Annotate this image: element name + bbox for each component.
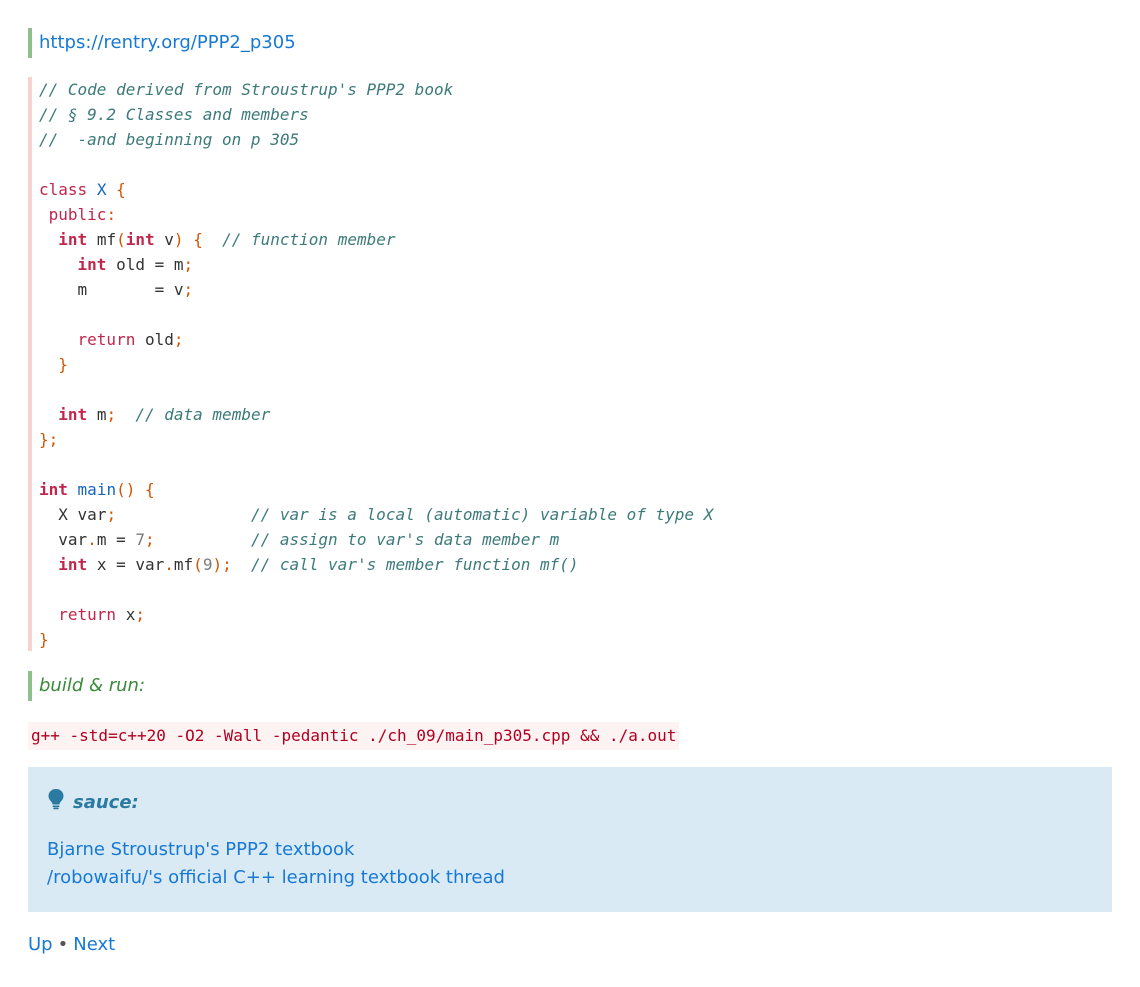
- code-line-9: m = v;: [77, 280, 194, 299]
- code-line-7: int mf(int v) { // function member: [58, 230, 396, 249]
- code-line-18: X var; // var is a local (automatic) var…: [58, 505, 714, 524]
- admonition-title: sauce:: [47, 788, 139, 814]
- code-line-11: return old;: [77, 330, 184, 349]
- code-line-14: int m; // data member: [58, 405, 271, 424]
- ppp2-textbook-link[interactable]: Bjarne Stroustrup's PPP2 textbook: [47, 836, 354, 864]
- admonition-title-text: sauce:: [73, 792, 139, 813]
- code-line-20: int x = var.mf(9); // call var's member …: [58, 555, 579, 574]
- build-command: g++ -std=c++20 -O2 -Wall -pedantic ./ch_…: [28, 722, 680, 750]
- build-run-label: build & run:: [39, 675, 146, 696]
- footer-nav: Up • Next: [28, 931, 115, 959]
- code-line-17: int main() {: [39, 480, 155, 499]
- build-run-quote: build & run:: [28, 671, 145, 701]
- code-line-1: // Code derived from Stroustrup's PPP2 b…: [39, 80, 454, 99]
- code-line-15: };: [39, 430, 59, 449]
- up-link[interactable]: Up: [28, 934, 53, 955]
- code-line-12: }: [58, 355, 68, 374]
- lightbulb-icon: [47, 788, 65, 818]
- sauce-admonition: sauce: Bjarne Stroustrup's PPP2 textbook…: [28, 767, 1112, 912]
- source-link-quote: https://rentry.org/PPP2_p305: [28, 28, 296, 58]
- source-link[interactable]: https://rentry.org/PPP2_p305: [39, 32, 296, 53]
- code-line-3: // -and beginning on p 305: [39, 130, 300, 149]
- next-link[interactable]: Next: [73, 934, 115, 955]
- footer-separator: •: [57, 934, 69, 955]
- robowaifu-thread-link[interactable]: /robowaifu/'s official C++ learning text…: [47, 864, 505, 892]
- code-line-2: // § 9.2 Classes and members: [39, 105, 309, 124]
- code-line-8: int old = m;: [77, 255, 194, 274]
- code-line-6: public:: [48, 205, 117, 224]
- code-block: // Code derived from Stroustrup's PPP2 b…: [28, 77, 1112, 651]
- code-line-22: return x;: [58, 605, 145, 624]
- code-line-19: var.m = 7; // assign to var's data membe…: [58, 530, 560, 549]
- code-line-23: }: [39, 630, 49, 649]
- code-line-5: class X {: [39, 180, 126, 199]
